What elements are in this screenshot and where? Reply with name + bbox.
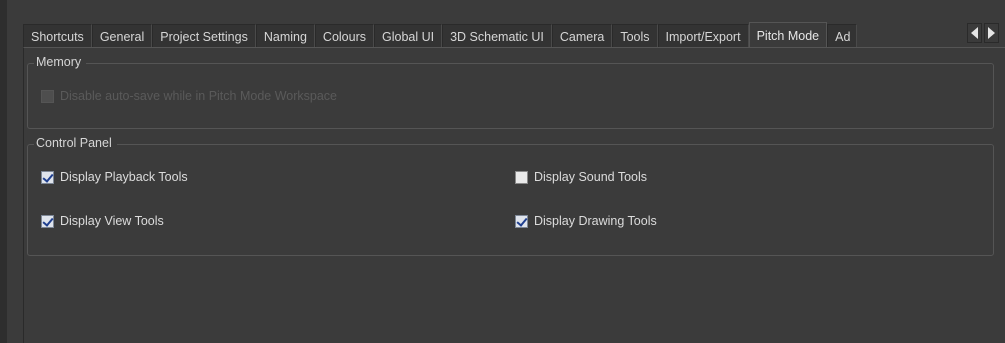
window-left-edge [0,0,7,343]
tab-colours[interactable]: Colours [314,24,374,48]
disable-autosave-option: Disable auto-save while in Pitch Mode Wo… [41,89,337,103]
tab-scroll-buttons [967,23,999,43]
tab-import-export[interactable]: Import/Export [657,24,749,48]
preferences-window: Shortcuts General Project Settings Namin… [0,0,1005,343]
arrow-left-icon [971,27,978,39]
tab-pitch-mode[interactable]: Pitch Mode [748,22,828,48]
view-tools-option: Display View Tools [41,214,164,228]
sound-tools-checkbox[interactable] [515,170,528,184]
view-tools-label: Display View Tools [60,214,164,228]
tab-3d-schematic-ui[interactable]: 3D Schematic UI [442,24,552,48]
tab-tools[interactable]: Tools [612,24,658,48]
sound-tools-label: Display Sound Tools [534,170,648,184]
tab-scroll-right-button[interactable] [984,23,999,43]
sound-tools-option: Display Sound Tools [515,170,647,184]
tab-camera[interactable]: Camera [551,24,613,48]
arrow-right-icon [988,27,995,39]
tab-shortcuts[interactable]: Shortcuts [23,24,92,48]
drawing-tools-checkbox[interactable] [515,214,528,228]
drawing-tools-label: Display Drawing Tools [534,214,657,228]
tab-project-settings[interactable]: Project Settings [152,24,256,48]
control-panel-group: Control Panel Display Playback Tools Dis… [27,136,994,256]
drawing-tools-option: Display Drawing Tools [515,214,657,228]
playback-tools-label: Display Playback Tools [60,170,188,184]
playback-tools-checkbox[interactable] [41,170,54,184]
tab-scroll-left-button[interactable] [967,23,982,43]
playback-tools-option: Display Playback Tools [41,170,188,184]
memory-group-title: Memory [34,55,87,69]
preferences-tab-bar: Shortcuts General Project Settings Namin… [23,22,1005,48]
tab-general[interactable]: General [91,24,153,48]
tab-global-ui[interactable]: Global UI [374,24,443,48]
memory-group: Memory Disable auto-save while in Pitch … [27,55,994,129]
tab-naming[interactable]: Naming [255,24,315,48]
view-tools-checkbox[interactable] [41,214,54,228]
disable-autosave-label: Disable auto-save while in Pitch Mode Wo… [60,89,337,103]
tab-advanced-clipped[interactable]: Ad [827,24,858,48]
disable-autosave-checkbox[interactable] [41,89,54,103]
control-panel-group-title: Control Panel [34,136,117,150]
